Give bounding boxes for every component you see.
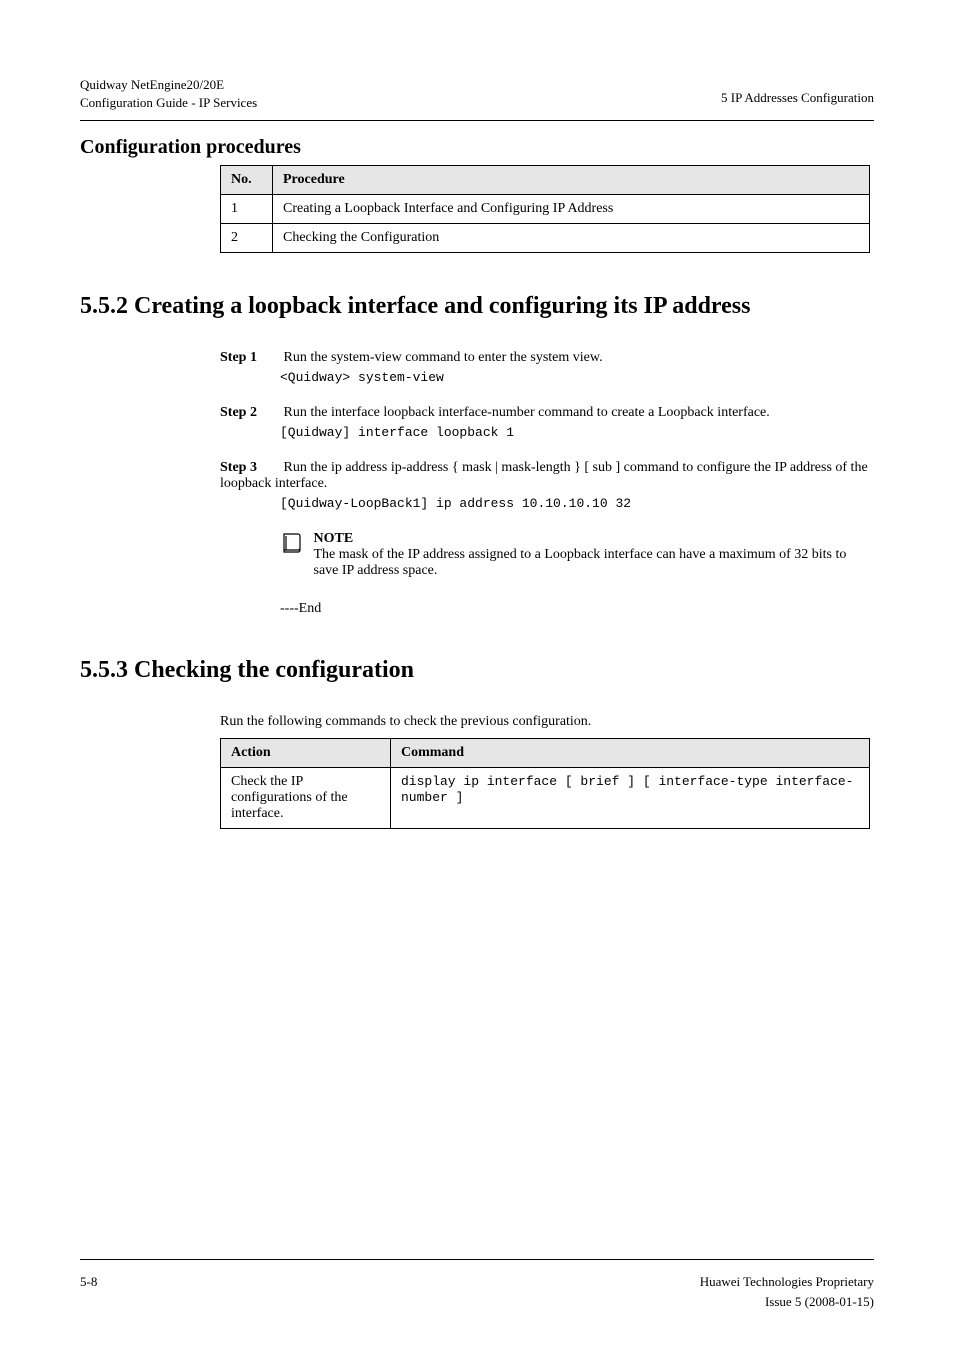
table-row: Check the IP configurations of the inter… xyxy=(221,768,870,829)
section-5-5-3-title: 5.5.3 Checking the configuration xyxy=(80,657,874,684)
footer-rule xyxy=(80,1259,874,1260)
step-1: Step 1 Run the system-view command to en… xyxy=(220,350,874,385)
action-table: Action Command Check the IP configuratio… xyxy=(220,738,870,829)
col-command-header: Command xyxy=(391,739,870,768)
procedures-table: No. Procedure 1 Creating a Loopback Inte… xyxy=(220,165,870,253)
step-body: Run the interface loopback interface-num… xyxy=(284,405,770,420)
note-text: The mask of the IP address assigned to a… xyxy=(314,547,847,578)
header-model-line1: Quidway NetEngine20/20E xyxy=(80,77,224,92)
end-marker: ----End xyxy=(280,601,874,617)
step-code: <Quidway> system-view xyxy=(280,370,874,385)
table-header-row: Action Command xyxy=(221,739,870,768)
cell-proc: Checking the Configuration xyxy=(273,224,870,253)
cell-no: 1 xyxy=(221,195,273,224)
cell-no: 2 xyxy=(221,224,273,253)
section-5-5-3-intro: Run the following commands to check the … xyxy=(220,714,874,730)
footer-proprietary: Huawei Technologies Proprietary xyxy=(700,1274,874,1290)
header-left: Quidway NetEngine20/20E Configuration Gu… xyxy=(80,76,257,112)
note-block: NOTE The mask of the IP address assigned… xyxy=(280,531,874,579)
step-label: Step 1 xyxy=(220,350,280,366)
header-chapter: 5 IP Addresses Configuration xyxy=(721,90,874,106)
cell-action: Check the IP configurations of the inter… xyxy=(221,768,391,829)
table-header-row: No. Procedure xyxy=(221,166,870,195)
config-procedures-title: Configuration procedures xyxy=(80,136,874,159)
cell-command: display ip interface [ brief ] [ interfa… xyxy=(391,768,870,829)
col-proc-header: Procedure xyxy=(273,166,870,195)
section-5-5-2-title: 5.5.2 Creating a loopback interface and … xyxy=(80,293,874,320)
step-code: [Quidway-LoopBack1] ip address 10.10.10.… xyxy=(280,496,874,511)
step-body: Run the system-view command to enter the… xyxy=(284,350,603,365)
header-model-line2: Configuration Guide - IP Services xyxy=(80,95,257,110)
step-label: Step 2 xyxy=(220,405,280,421)
book-icon xyxy=(280,531,304,555)
step-body: Run the ip address ip-address { mask | m… xyxy=(220,460,868,491)
note-icon xyxy=(280,531,310,560)
footer-issue: Issue 5 (2008-01-15) xyxy=(765,1294,874,1310)
cell-command-code: display ip interface [ brief ] [ interfa… xyxy=(401,774,853,805)
note-label: NOTE xyxy=(314,531,354,546)
table-row: 2 Checking the Configuration xyxy=(221,224,870,253)
table-row: 1 Creating a Loopback Interface and Conf… xyxy=(221,195,870,224)
col-no-header: No. xyxy=(221,166,273,195)
header-rule xyxy=(80,120,874,121)
step-3: Step 3 Run the ip address ip-address { m… xyxy=(220,460,874,511)
step-2: Step 2 Run the interface loopback interf… xyxy=(220,405,874,440)
footer-page-number: 5-8 xyxy=(80,1274,97,1290)
step-code: [Quidway] interface loopback 1 xyxy=(280,425,874,440)
step-label: Step 3 xyxy=(220,460,280,476)
cell-proc: Creating a Loopback Interface and Config… xyxy=(273,195,870,224)
col-action-header: Action xyxy=(221,739,391,768)
